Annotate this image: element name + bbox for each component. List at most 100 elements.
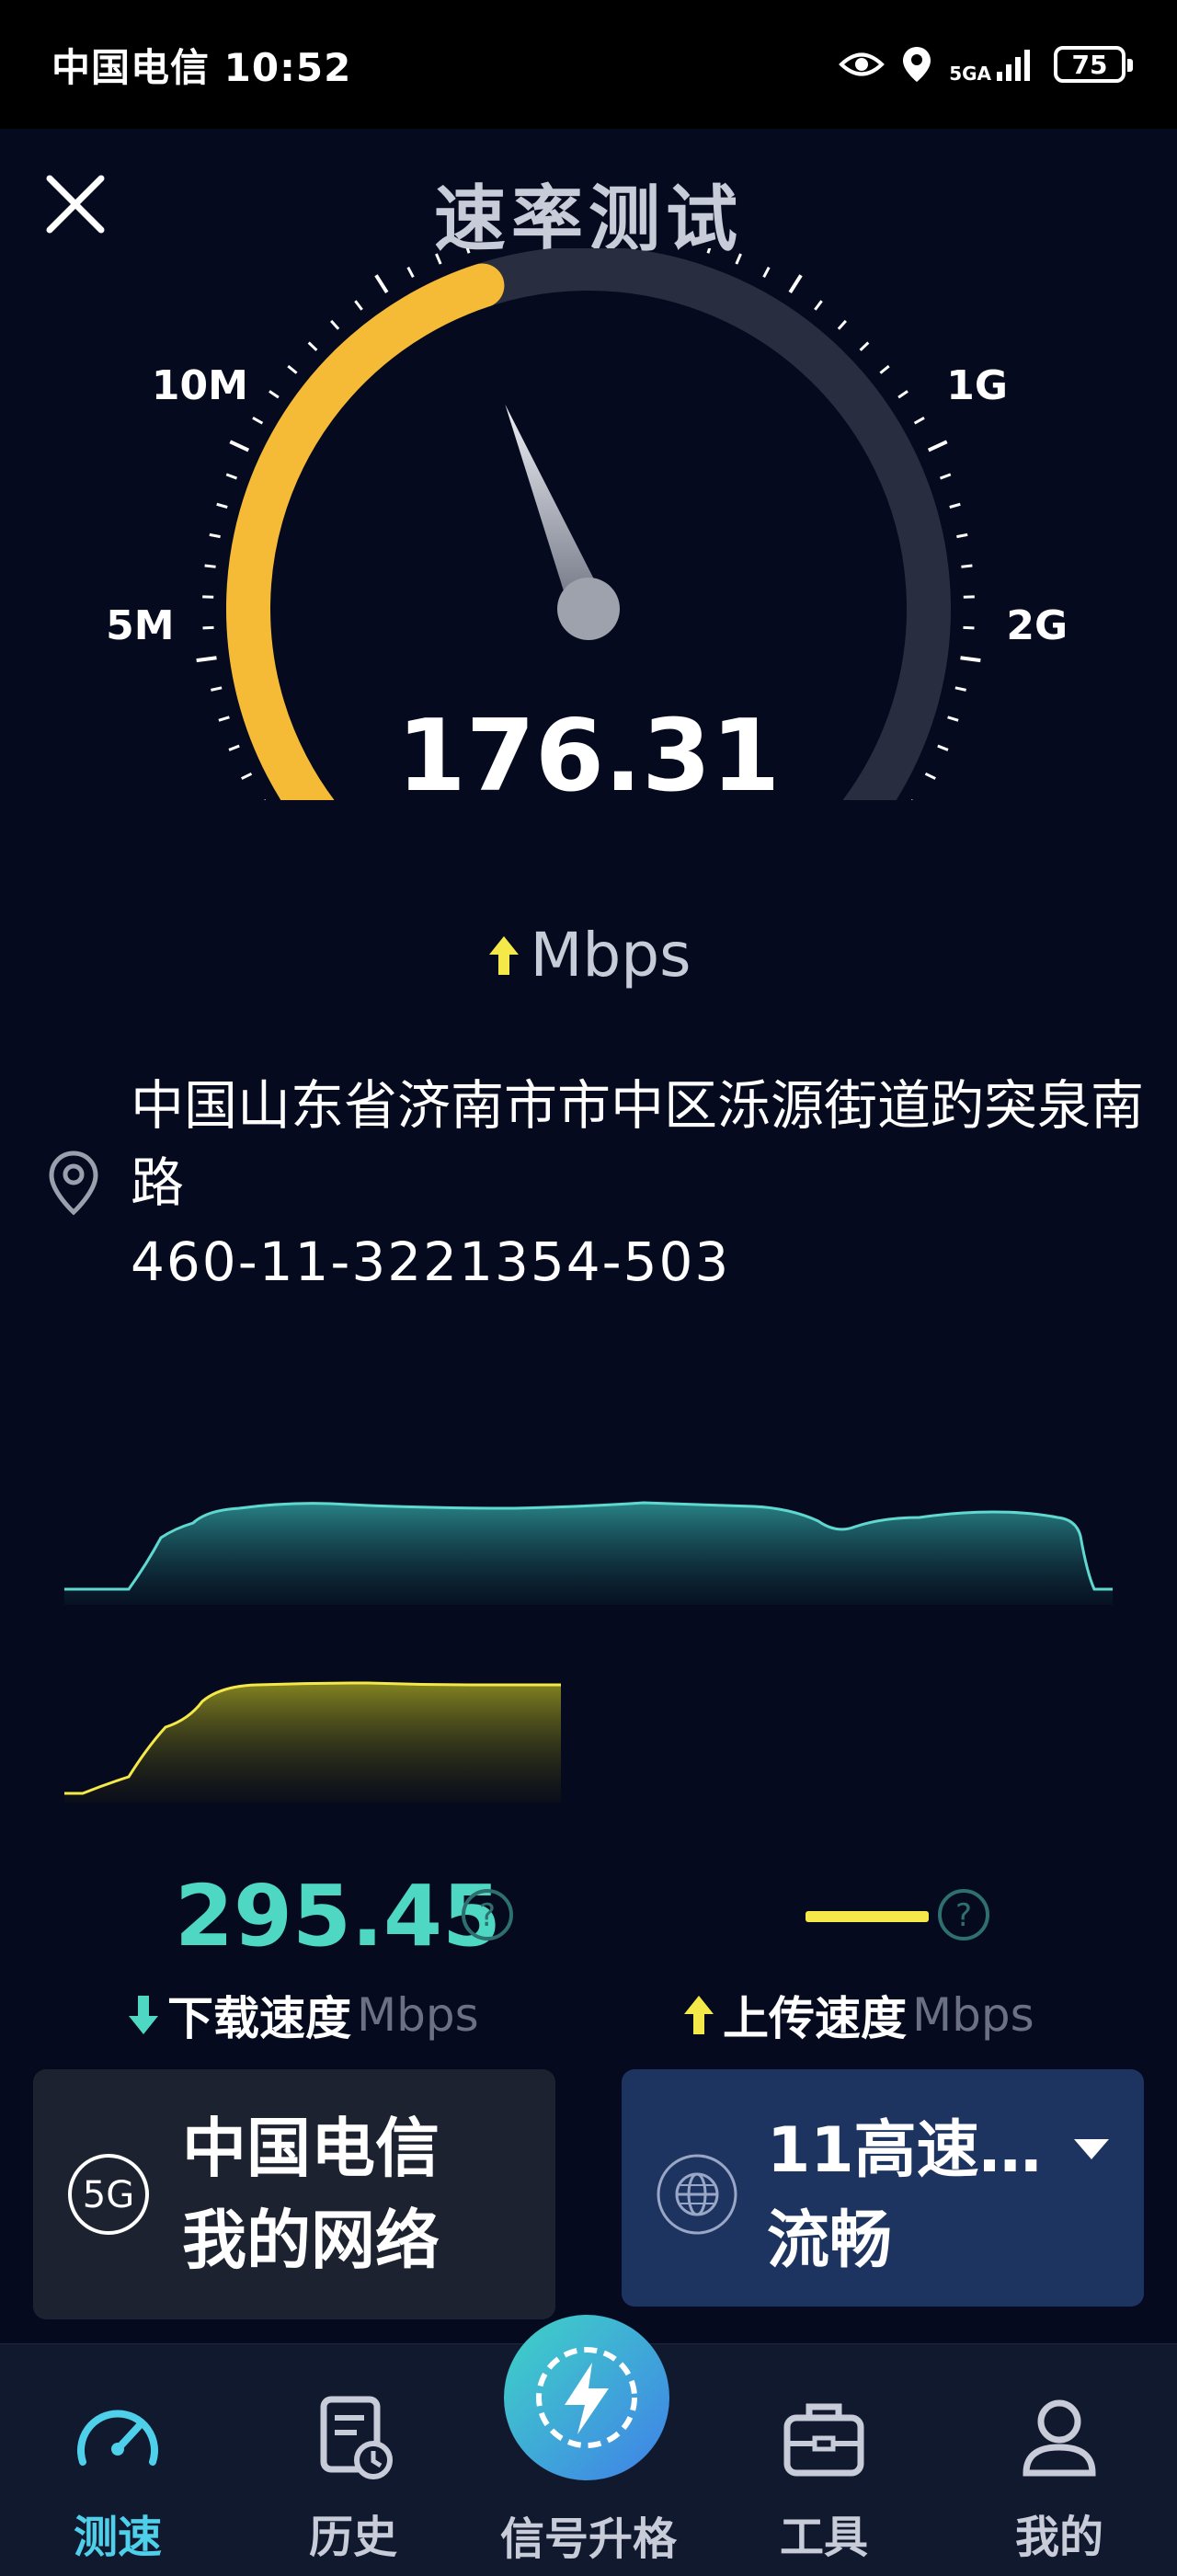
gauge-tick: [815, 301, 821, 310]
nav-item-profile[interactable]: 我的: [967, 2344, 1151, 2576]
gauge-hub: [557, 578, 620, 640]
gauge-tick: [963, 627, 974, 628]
location-info: 中国山东省济南市市中区泺源街道趵突泉南路 460-11-3221354-503: [46, 1067, 1149, 1306]
cell-id: 460-11-3221354-503: [131, 1231, 730, 1293]
gauge-tick: [197, 658, 217, 660]
operator-badge: 5G: [83, 2174, 134, 2216]
gauge-tick: [226, 475, 236, 478]
current-speed-value: 176.31: [0, 699, 1177, 814]
network-type: 5GA: [949, 64, 991, 83]
gauge-tick-label: 1G: [946, 362, 1008, 409]
gauge-tick: [764, 268, 770, 278]
download-label: 下载速度: [167, 1982, 351, 2048]
network-select-card[interactable]: 11高速… 流畅: [622, 2069, 1144, 2307]
battery-level: 75: [1072, 50, 1108, 80]
history-icon: [307, 2392, 399, 2484]
gauge-tick-label: 5M: [106, 602, 174, 649]
signal-icon: [995, 46, 1037, 83]
gauge-tick: [929, 441, 947, 450]
download-graph-area: [64, 1503, 1113, 1605]
operator-network: 我的网络: [182, 2194, 440, 2286]
upload-graph-area: [64, 1683, 561, 1803]
gauge-tick: [211, 688, 222, 691]
gauge-tick: [941, 475, 951, 478]
nav-label: 测速: [26, 2501, 210, 2565]
gauge-tick: [376, 275, 387, 292]
gauge-tick: [839, 321, 846, 329]
eye-icon: [839, 49, 885, 80]
arrow-down-icon: [125, 1992, 162, 2038]
gauge-tick: [961, 566, 972, 567]
gauge-tick: [230, 441, 248, 450]
gauge-tick: [861, 343, 869, 350]
signal-boost-icon: [504, 2315, 669, 2480]
location-pin-icon: [46, 1150, 101, 1216]
network-quality: 流畅: [767, 2196, 1042, 2286]
gauge-tick-label: 2G: [1006, 602, 1068, 649]
network-text: 11高速… 流畅: [767, 2106, 1042, 2286]
gauge-tick: [880, 366, 888, 373]
nav-label: 工具: [732, 2501, 916, 2565]
svg-text:?: ?: [955, 1897, 972, 1934]
gauge-tick: [915, 418, 924, 423]
help-icon[interactable]: ?: [936, 1887, 991, 1942]
network-indicator: 5GA: [949, 46, 1037, 83]
signal-boost-button[interactable]: [504, 2315, 669, 2480]
download-result: 295.45 ? 下载速度 Mbps: [0, 1867, 588, 2051]
gauge-tick: [331, 321, 338, 329]
globe-icon: [653, 2150, 741, 2238]
gauge-tick: [408, 268, 414, 278]
dropdown-icon[interactable]: [1070, 2134, 1113, 2161]
5g-badge-icon: 5G: [64, 2150, 153, 2238]
gauge-tick: [898, 391, 908, 397]
gauge-tick: [950, 504, 961, 507]
gauge-tick: [288, 366, 296, 373]
battery-icon: 75: [1054, 46, 1126, 83]
help-icon[interactable]: ?: [460, 1887, 515, 1942]
upload-label: 上传速度: [723, 1982, 907, 2048]
gauge-tick: [961, 658, 981, 660]
location-icon: [901, 45, 932, 84]
bottom-nav: 测速 历史 信号升格 工具 我的: [0, 2343, 1177, 2576]
upload-speed-placeholder: [806, 1911, 929, 1922]
download-label-row: 下载速度 Mbps: [125, 1982, 479, 2048]
nav-item-tools[interactable]: 工具: [732, 2344, 916, 2576]
gauge-tick: [205, 566, 216, 567]
upload-unit: Mbps: [912, 1988, 1034, 2042]
gauge-tick: [737, 254, 741, 264]
user-icon: [1013, 2392, 1105, 2484]
download-unit: Mbps: [357, 1988, 479, 2042]
gauge-tick: [210, 534, 221, 536]
download-speed-value: 295.45: [175, 1867, 501, 1965]
gauge-tick-label: 10M: [152, 362, 248, 409]
gauge-tick: [309, 343, 317, 350]
speedometer-icon: [72, 2392, 164, 2484]
gauge-tick: [708, 248, 712, 253]
gauge-tick: [253, 418, 262, 423]
speed-graph: [0, 1435, 1177, 1803]
gauge-tick: [956, 534, 967, 536]
gauge-tick: [465, 248, 469, 253]
location-address: 中国山东省济南市市中区泺源街道趵突泉南路: [131, 1067, 1151, 1221]
status-bar: 中国电信 10:52 5GA 75: [0, 0, 1177, 129]
svg-text:?: ?: [479, 1897, 496, 1934]
nav-label: 我的: [967, 2501, 1151, 2565]
toolbox-icon: [778, 2392, 870, 2484]
status-icons: 5GA 75: [839, 45, 1126, 84]
gauge-tick: [955, 688, 966, 691]
operator-name: 中国电信: [182, 2102, 440, 2194]
arrow-up-icon: [680, 1992, 717, 2038]
gauge-tick: [217, 504, 228, 507]
nav-label: 历史: [261, 2501, 445, 2565]
gauge-tick: [790, 275, 801, 292]
network-name: 11高速…: [767, 2106, 1042, 2196]
gauge-tick: [355, 301, 361, 310]
upload-result: ? 上传速度 Mbps: [588, 1867, 1177, 2051]
nav-item-speedtest[interactable]: 测速: [26, 2344, 210, 2576]
carrier-time: 中国电信 10:52: [51, 37, 351, 93]
nav-item-history[interactable]: 历史: [261, 2344, 445, 2576]
speed-unit: Mbps: [530, 920, 691, 990]
gauge-tick: [269, 391, 279, 397]
gauge-tick: [203, 627, 214, 628]
operator-card[interactable]: 5G 中国电信 我的网络: [33, 2069, 555, 2319]
